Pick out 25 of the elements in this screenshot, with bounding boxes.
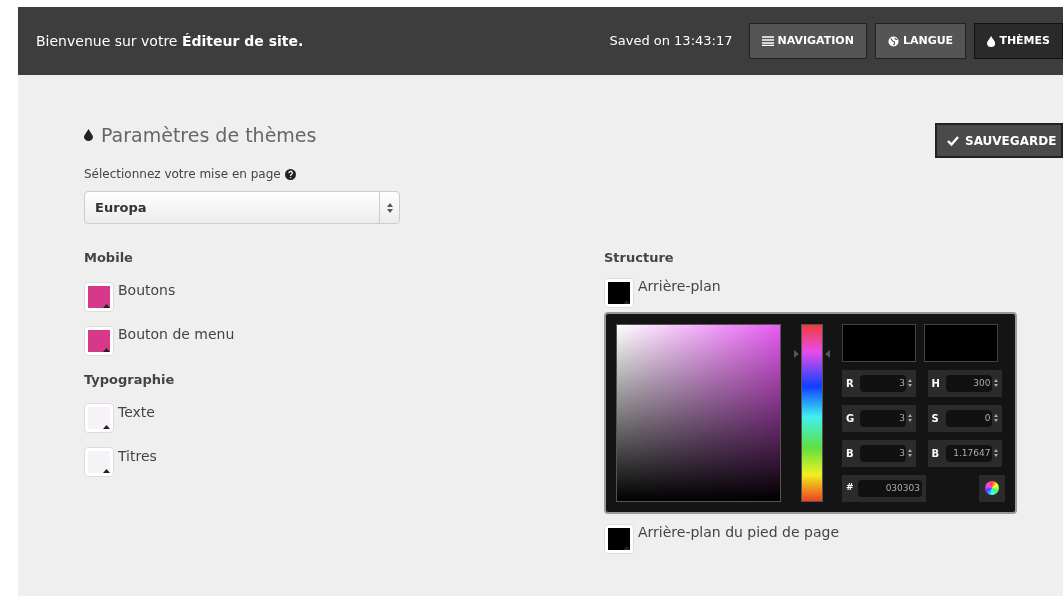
value-field[interactable]: H 300 (927, 369, 1002, 397)
swatch-label: Boutons (118, 281, 176, 300)
swatch-label: Arrière-plan (638, 277, 721, 296)
page-title: Paramètres de thèmes (101, 122, 317, 148)
group-title: Typographie (84, 370, 176, 389)
save-button[interactable]: SAUVEGARDE (935, 123, 1063, 158)
value-field[interactable]: B 3 (842, 439, 916, 467)
value-field[interactable]: G 3 (842, 404, 916, 432)
group-title: Mobile (84, 249, 134, 267)
swatch-label: Texte (118, 402, 155, 422)
value-field[interactable]: R 3 (842, 369, 916, 397)
swatch-label: Arrière-plan du pied de page (638, 523, 839, 542)
swatch-label: Bouton de menu (118, 325, 235, 344)
nav-button[interactable]: NAVIGATION (748, 23, 867, 59)
nav-button[interactable]: LANGUE (874, 23, 967, 59)
nav-button[interactable]: THÈMES (974, 23, 1063, 59)
layout-select[interactable]: Europa (84, 191, 400, 224)
value-field[interactable]: S 0 (927, 404, 1002, 432)
hex-field[interactable]: # 030303 (842, 474, 926, 502)
value-field[interactable]: B 1.17647 (927, 439, 1002, 467)
field-label: Sélectionnez votre mise en page (84, 166, 281, 183)
group-title: Structure (604, 249, 675, 267)
swatch-label: Titres (118, 446, 157, 466)
welcome-text: Bienvenue sur votre Éditeur de site. (36, 31, 304, 51)
saved-status: Saved on 13:43:17 (609, 32, 733, 51)
